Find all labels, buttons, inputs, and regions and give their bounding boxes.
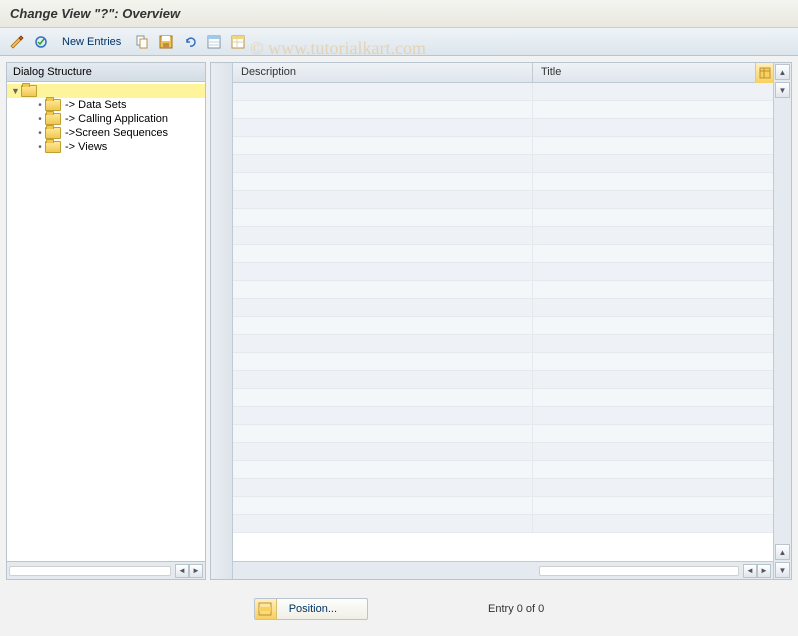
grid-rows <box>233 83 773 561</box>
table-row[interactable] <box>233 479 773 497</box>
window-title: Change View "?": Overview <box>0 0 798 28</box>
entry-status: Entry 0 of 0 <box>488 603 544 615</box>
select-all-icon[interactable] <box>205 33 223 51</box>
tree-item-label: -> Views <box>65 141 107 153</box>
undo-icon[interactable] <box>181 33 199 51</box>
table-row[interactable] <box>233 227 773 245</box>
scrollbar-track[interactable] <box>774 99 791 543</box>
table-row[interactable] <box>233 497 773 515</box>
table-row[interactable] <box>233 173 773 191</box>
table-row[interactable] <box>233 119 773 137</box>
table-row[interactable] <box>233 371 773 389</box>
folder-open-icon <box>21 85 37 97</box>
sidebar-hscrollbar[interactable]: ◄ ► <box>7 561 205 579</box>
tree-view: ▼ • -> Data Sets • -> Calling Applicatio… <box>7 82 205 561</box>
bullet-icon: • <box>35 142 45 153</box>
toolbar: New Entries <box>0 28 798 56</box>
folder-icon <box>45 99 61 111</box>
scroll-left-icon[interactable]: ◄ <box>175 564 189 578</box>
tree-item-label: ->Screen Sequences <box>65 127 168 139</box>
copy-icon[interactable] <box>133 33 151 51</box>
bullet-icon: • <box>35 128 45 139</box>
scroll-down-icon[interactable]: ▼ <box>775 82 790 98</box>
main-area: Dialog Structure ▼ • -> Data Sets • -> C… <box>0 56 798 586</box>
scroll-up-icon[interactable]: ▲ <box>775 64 790 80</box>
column-header-description[interactable]: Description <box>233 63 533 82</box>
scrollbar-handle[interactable] <box>9 566 171 576</box>
data-grid: Description Title ◄ ► ▲ ▼ ▲ ▼ <box>210 62 792 580</box>
tree-item-label: -> Data Sets <box>65 99 126 111</box>
tree-item-data-sets[interactable]: • -> Data Sets <box>7 98 205 112</box>
table-row[interactable] <box>233 425 773 443</box>
table-row[interactable] <box>233 155 773 173</box>
table-row[interactable] <box>233 137 773 155</box>
table-row[interactable] <box>233 299 773 317</box>
table-row[interactable] <box>233 101 773 119</box>
table-row[interactable] <box>233 209 773 227</box>
position-icon <box>255 599 277 619</box>
column-header-title[interactable]: Title <box>533 63 773 82</box>
folder-icon <box>45 141 61 153</box>
scrollbar-handle[interactable] <box>539 566 739 576</box>
grid-header: Description Title <box>233 63 773 83</box>
new-entries-button[interactable]: New Entries <box>56 34 127 50</box>
tree-item-views[interactable]: • -> Views <box>7 140 205 154</box>
position-button-label: Position... <box>277 603 367 615</box>
table-row[interactable] <box>233 461 773 479</box>
table-row[interactable] <box>233 335 773 353</box>
grid-hscrollbar[interactable]: ◄ ► <box>233 561 773 579</box>
table-row[interactable] <box>233 245 773 263</box>
table-row[interactable] <box>233 263 773 281</box>
folder-icon <box>45 127 61 139</box>
sidebar-header: Dialog Structure <box>7 63 205 82</box>
position-button[interactable]: Position... <box>254 598 368 620</box>
dialog-structure-panel: Dialog Structure ▼ • -> Data Sets • -> C… <box>6 62 206 580</box>
table-settings-icon[interactable] <box>229 33 247 51</box>
tree-item-screen-sequences[interactable]: • ->Screen Sequences <box>7 126 205 140</box>
table-row[interactable] <box>233 389 773 407</box>
scroll-up-icon[interactable]: ▲ <box>775 544 790 560</box>
footer: Position... Entry 0 of 0 <box>0 586 798 628</box>
table-row[interactable] <box>233 191 773 209</box>
bullet-icon: • <box>35 100 45 111</box>
table-row[interactable] <box>233 443 773 461</box>
save-icon[interactable] <box>157 33 175 51</box>
scroll-right-icon[interactable]: ► <box>757 564 771 578</box>
grid-row-selector-column <box>211 63 233 579</box>
chevron-down-icon[interactable]: ▼ <box>11 86 21 96</box>
bullet-icon: • <box>35 114 45 125</box>
tree-item-label: -> Calling Application <box>65 113 168 125</box>
folder-icon <box>45 113 61 125</box>
content-area: Description Title ◄ ► ▲ ▼ ▲ ▼ <box>210 62 792 580</box>
toggle-display-change-icon[interactable] <box>8 33 26 51</box>
other-entry-icon[interactable] <box>32 33 50 51</box>
grid-vscrollbar[interactable]: ▲ ▼ ▲ ▼ <box>773 63 791 579</box>
tree-item-calling-application[interactable]: • -> Calling Application <box>7 112 205 126</box>
tree-root-item[interactable]: ▼ <box>7 84 205 98</box>
scroll-right-icon[interactable]: ► <box>189 564 203 578</box>
grid-config-button[interactable] <box>755 63 773 83</box>
table-row[interactable] <box>233 83 773 101</box>
table-row[interactable] <box>233 353 773 371</box>
table-row[interactable] <box>233 281 773 299</box>
table-row[interactable] <box>233 317 773 335</box>
scroll-down-icon[interactable]: ▼ <box>775 562 790 578</box>
table-row[interactable] <box>233 407 773 425</box>
scroll-left-icon[interactable]: ◄ <box>743 564 757 578</box>
table-row[interactable] <box>233 515 773 533</box>
